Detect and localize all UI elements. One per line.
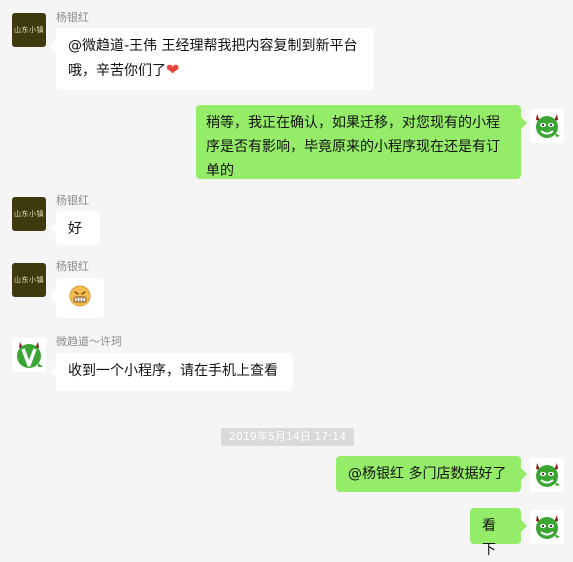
sender-name: 杨银红 xyxy=(56,260,89,273)
message-text: 稍等，我正在确认，如果迁移，对您现有的小程序是否有影响，毕竟原来的小程序现在还是… xyxy=(206,115,500,179)
sender-name: 微趋道～许珂 xyxy=(56,335,122,348)
avatar-yang[interactable]: 山东小镇 xyxy=(12,263,46,297)
avatar-yang[interactable]: 山东小镇 xyxy=(12,13,46,47)
avatar-self[interactable] xyxy=(530,458,564,492)
avatar-logo-text: 山东小镇 xyxy=(14,210,44,218)
sender-name: 杨银红 xyxy=(56,194,89,207)
message-text: 好 xyxy=(68,221,82,237)
message-text: 看下 xyxy=(482,518,496,558)
heart-icon: ❤ xyxy=(166,60,180,79)
avatar-xu[interactable] xyxy=(12,338,46,372)
message-text: @杨银红 多门店数据好了 xyxy=(348,466,507,482)
message-bubble-incoming[interactable]: @微趋道-王伟 王经理帮我把内容复制到新平台哦，辛苦你们了❤ xyxy=(50,28,374,90)
timestamp: 2019年5月14日 17:14 xyxy=(221,428,354,446)
avatar-self[interactable] xyxy=(530,510,564,544)
message-bubble-outgoing[interactable]: 稍等，我正在确认，如果迁移，对您现有的小程序是否有影响，毕竟原来的小程序现在还是… xyxy=(196,105,527,179)
message-bubble-incoming[interactable] xyxy=(50,278,104,318)
avatar-yang[interactable]: 山东小镇 xyxy=(12,197,46,231)
devil-green-avatar-icon xyxy=(530,109,564,143)
message-text: @微趋道-王伟 王经理帮我把内容复制到新平台哦，辛苦你们了 xyxy=(68,38,358,79)
message-text: 收到一个小程序，请在手机上查看 xyxy=(68,363,278,379)
v-logo-avatar-icon xyxy=(12,338,46,372)
message-bubble-outgoing[interactable]: @杨银红 多门店数据好了 xyxy=(336,456,527,492)
message-bubble-incoming[interactable]: 收到一个小程序，请在手机上查看 xyxy=(50,353,293,391)
sender-name: 杨银红 xyxy=(56,11,89,24)
devil-green-avatar-icon xyxy=(530,510,564,544)
avatar-logo-text: 山东小镇 xyxy=(14,276,44,284)
message-bubble-incoming[interactable]: 好 xyxy=(50,211,100,245)
devil-green-avatar-icon xyxy=(530,458,564,492)
avatar-logo-text: 山东小镇 xyxy=(14,26,44,34)
message-bubble-outgoing[interactable]: 看下 xyxy=(470,508,527,558)
grinning-face-icon xyxy=(69,285,91,307)
avatar-self[interactable] xyxy=(530,109,564,143)
